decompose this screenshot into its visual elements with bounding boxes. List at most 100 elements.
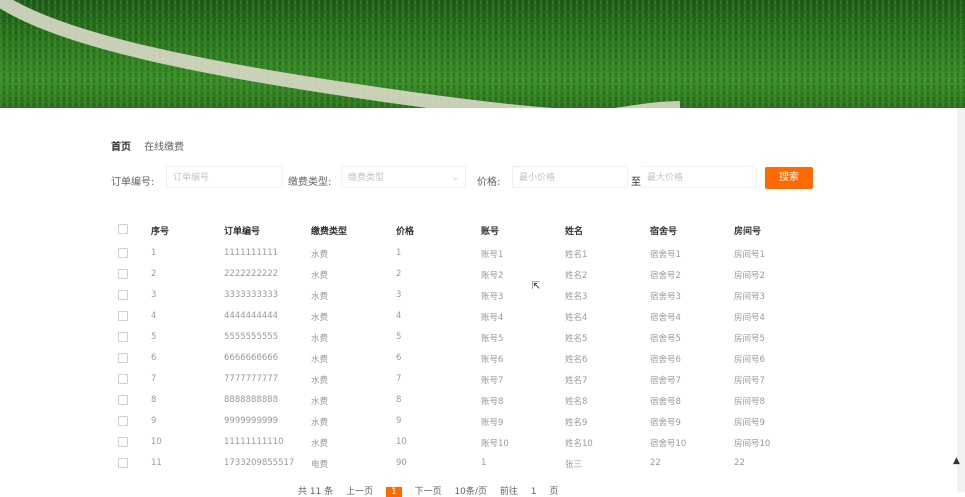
table-row[interactable]: 6 6666666666 水费 6 账号6 姓名6 宿舍号6 房间号6 xyxy=(111,347,831,368)
row-checkbox[interactable] xyxy=(118,311,128,321)
min-price-input[interactable]: 最小价格 xyxy=(512,166,628,188)
row-checkbox[interactable] xyxy=(118,437,128,447)
cell-name: 姓名6 xyxy=(565,355,588,365)
max-price-input[interactable]: 最大价格 xyxy=(641,166,757,188)
table-row[interactable]: 4 4444444444 水费 4 账号4 姓名4 宿舍号4 房间号4 xyxy=(111,305,831,326)
cell-room: 房间号2 xyxy=(734,271,765,281)
col-header-price[interactable]: 价格 xyxy=(396,224,414,237)
pager-page-button[interactable]: 1 xyxy=(385,487,402,497)
breadcrumb-home[interactable]: 首页 xyxy=(111,142,131,153)
cell-order-number: 1111111111 xyxy=(224,248,279,258)
table-row[interactable]: 11 1733209855517 电费 90 1 张三 22 22 xyxy=(111,452,831,473)
scroll-up-arrow-icon[interactable]: ▲ xyxy=(953,456,960,466)
page-scrollbar[interactable]: ▲ xyxy=(953,108,965,492)
table-header-row: 序号 订单编号 缴费类型 价格 账号 姓名 宿舍号 房间号 xyxy=(111,218,831,242)
row-checkbox[interactable] xyxy=(118,353,128,363)
table-row[interactable]: 8 8888888888 水费 8 账号8 姓名8 宿舍号8 房间号8 xyxy=(111,389,831,410)
table-row[interactable]: 2 2222222222 水费 2 账号2 姓名2 宿舍号2 房间号2 xyxy=(111,263,831,284)
cell-fee-type: 水费 xyxy=(311,376,329,386)
row-checkbox[interactable] xyxy=(118,248,128,258)
table-row[interactable]: 9 9999999999 水费 9 账号9 姓名9 宿舍号9 房间号9 xyxy=(111,410,831,431)
cell-name: 姓名3 xyxy=(565,292,588,302)
cell-name: 姓名8 xyxy=(565,397,588,407)
cell-index: 8 xyxy=(151,395,157,405)
pager-total: 共 11 条 xyxy=(298,487,334,497)
cell-price: 5 xyxy=(396,332,402,342)
row-checkbox[interactable] xyxy=(118,332,128,342)
cell-room: 房间号5 xyxy=(734,334,765,344)
table-row[interactable]: 1 1111111111 水费 1 账号1 姓名1 宿舍号1 房间号1 xyxy=(111,242,831,263)
cell-room: 房间号3 xyxy=(734,292,765,302)
mouse-cursor-icon: ⇱ xyxy=(532,281,541,292)
row-checkbox[interactable] xyxy=(118,290,128,300)
cell-name: 姓名2 xyxy=(565,271,588,281)
pager-prev-button[interactable]: 上一页 xyxy=(346,487,373,497)
cell-index: 2 xyxy=(151,269,157,279)
fee-type-select[interactable]: 缴费类型 ⌄ xyxy=(341,166,466,188)
row-checkbox[interactable] xyxy=(118,374,128,384)
price-label: 价格: xyxy=(477,177,501,188)
col-header-room[interactable]: 房间号 xyxy=(734,224,761,237)
table-row[interactable]: 3 3333333333 水费 3 账号3 姓名3 宿舍号3 房间号3 xyxy=(111,284,831,305)
cell-index: 7 xyxy=(151,374,157,384)
cell-order-number: 1733209855517 xyxy=(224,458,295,468)
cell-index: 6 xyxy=(151,353,157,363)
cell-name: 姓名4 xyxy=(565,313,588,323)
cell-price: 7 xyxy=(396,374,402,384)
cell-dorm: 宿舍号6 xyxy=(650,355,681,365)
cell-name: 姓名9 xyxy=(565,418,588,428)
cell-dorm: 宿舍号9 xyxy=(650,418,681,428)
cell-name: 姓名7 xyxy=(565,376,588,386)
cell-order-number: 5555555555 xyxy=(224,332,279,342)
order-number-input[interactable]: 订单编号 xyxy=(166,166,283,188)
cell-fee-type: 水费 xyxy=(311,439,329,449)
cell-fee-type: 水费 xyxy=(311,271,329,281)
table-row[interactable]: 7 7777777777 水费 7 账号7 姓名7 宿舍号7 房间号7 xyxy=(111,368,831,389)
cell-room: 房间号1 xyxy=(734,250,765,260)
cell-account: 1 xyxy=(481,458,487,468)
breadcrumb-current: 在线缴费 xyxy=(144,142,185,153)
col-header-index[interactable]: 序号 xyxy=(151,224,169,237)
cell-index: 9 xyxy=(151,416,157,426)
pager-size-select[interactable]: 10条/页 xyxy=(454,487,487,497)
col-header-fee-type[interactable]: 缴费类型 xyxy=(311,224,347,237)
cell-price: 9 xyxy=(396,416,402,426)
table-row[interactable]: 5 5555555555 水费 5 账号5 姓名5 宿舍号5 房间号5 xyxy=(111,326,831,347)
row-checkbox[interactable] xyxy=(118,416,128,426)
cell-room: 房间号4 xyxy=(734,313,765,323)
pager-goto-label: 前往 xyxy=(499,487,518,497)
col-header-name[interactable]: 姓名 xyxy=(565,224,583,237)
cell-name: 姓名10 xyxy=(565,439,593,449)
col-header-order-number[interactable]: 订单编号 xyxy=(224,224,260,237)
row-checkbox[interactable] xyxy=(118,458,128,468)
cell-name: 张三 xyxy=(565,460,583,470)
col-header-dorm[interactable]: 宿舍号 xyxy=(650,224,677,237)
cell-index: 10 xyxy=(151,437,162,447)
cell-account: 账号4 xyxy=(481,313,504,323)
cell-account: 账号1 xyxy=(481,250,504,260)
cell-order-number: 9999999999 xyxy=(224,416,279,426)
cell-order-number: 11111111110 xyxy=(224,437,284,447)
order-number-placeholder: 订单编号 xyxy=(173,173,210,183)
row-checkbox[interactable] xyxy=(118,269,128,279)
cell-room: 房间号9 xyxy=(734,418,765,428)
cell-dorm: 宿舍号10 xyxy=(650,439,687,449)
cell-index: 4 xyxy=(151,311,157,321)
cell-price: 1 xyxy=(396,248,402,258)
cell-room: 22 xyxy=(734,458,745,468)
select-all-checkbox[interactable] xyxy=(118,224,128,234)
cell-name: 姓名5 xyxy=(565,334,588,344)
cell-fee-type: 水费 xyxy=(311,250,329,260)
pagination: 共 11 条 上一页 1 下一页 10条/页 前往 1 页 xyxy=(298,484,568,497)
pager-next-button[interactable]: 下一页 xyxy=(415,487,442,497)
col-header-account[interactable]: 账号 xyxy=(481,224,499,237)
cell-account: 账号7 xyxy=(481,376,504,386)
cell-fee-type: 水费 xyxy=(311,292,329,302)
search-button[interactable]: 搜索 xyxy=(765,167,813,189)
cell-order-number: 6666666666 xyxy=(224,353,279,363)
cell-dorm: 宿舍号7 xyxy=(650,376,681,386)
row-checkbox[interactable] xyxy=(118,395,128,405)
pager-goto-input[interactable]: 1 xyxy=(531,487,537,497)
table-row[interactable]: 10 11111111110 水费 10 账号10 姓名10 宿舍号10 房间号10 xyxy=(111,431,831,452)
min-price-placeholder: 最小价格 xyxy=(519,173,556,183)
